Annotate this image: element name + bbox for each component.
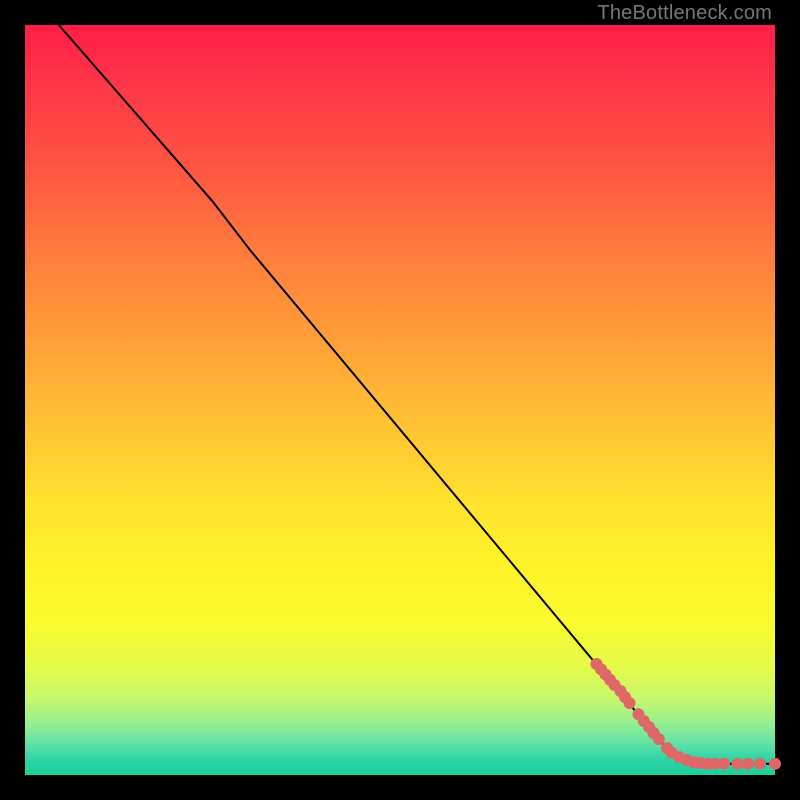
chart-overlay-svg (25, 25, 775, 775)
scatter-dot (718, 758, 730, 770)
scatter-dot (624, 697, 636, 709)
attribution-label: TheBottleneck.com (597, 2, 772, 25)
chart-curve (59, 25, 775, 764)
chart-frame: TheBottleneck.com (0, 0, 800, 800)
scatter-dot (742, 758, 754, 770)
scatter-dot (754, 758, 766, 770)
chart-scatter-dots (591, 658, 782, 770)
scatter-dot (769, 758, 781, 770)
scatter-dot (653, 733, 665, 745)
scatter-dot (732, 758, 744, 770)
